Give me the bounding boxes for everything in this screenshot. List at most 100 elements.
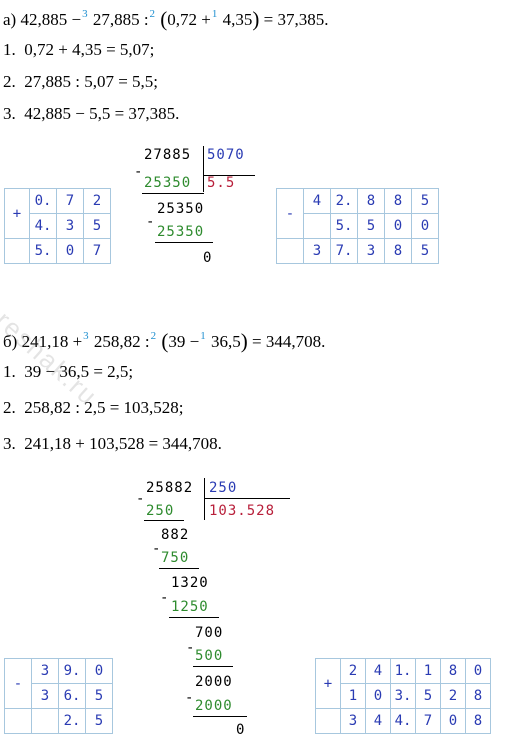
- operator: :: [144, 332, 150, 351]
- minus-sign: -: [134, 164, 144, 180]
- digit: 3: [31, 658, 59, 684]
- digit: 2.: [330, 188, 358, 214]
- order-mark: 1: [200, 330, 206, 342]
- digit: 3.: [390, 683, 416, 709]
- order-mark: 2: [149, 8, 156, 20]
- operand: 4,35: [222, 10, 253, 29]
- digit: 0: [411, 213, 439, 239]
- digit: 3: [31, 683, 59, 709]
- subtrahend: 2000: [195, 698, 233, 714]
- digit: 0: [85, 658, 113, 684]
- remainder: 882: [161, 527, 190, 543]
- problem-a-step-3: 3. 42,885 − 5,5 = 37,385.: [3, 104, 179, 124]
- problem-a-label: а): [3, 10, 17, 29]
- digit: 1.: [390, 658, 416, 684]
- digit: 1: [415, 658, 441, 684]
- digit: 2: [83, 188, 111, 214]
- remainder: 1320: [171, 575, 209, 591]
- operator: :: [143, 10, 149, 29]
- problem-b-addition-table: + 2 4 1. 1 8 0 1 0 3. 5 2 8 3 4 4. 7 0 8: [315, 658, 491, 734]
- quotient: 5.5: [207, 175, 236, 191]
- digit: 4: [365, 708, 391, 734]
- problem-b-subtraction-table: - 3 9. 0 3 6. 5 2. 5: [4, 658, 113, 734]
- operator: +: [72, 332, 83, 351]
- plus-sign: +: [315, 658, 341, 709]
- result: 37,385.: [277, 10, 329, 29]
- subtrahend: 500: [195, 648, 224, 664]
- digit: 0: [465, 658, 491, 684]
- step-text: 27,885 : 5,07 = 5,5;: [24, 72, 159, 91]
- step-text: 0,72 + 4,35 = 5,07;: [24, 40, 155, 59]
- operand: 27,885: [92, 10, 140, 29]
- order-mark: 2: [150, 330, 157, 342]
- dividend: 27885: [144, 147, 192, 163]
- final-remainder: 0: [236, 722, 246, 738]
- step-number: 2.: [3, 398, 16, 417]
- digit: 5.: [29, 238, 57, 264]
- digit: 7.: [330, 238, 358, 264]
- subtrahend: 1250: [171, 599, 209, 615]
- digit: 4.: [390, 708, 416, 734]
- digit: 3: [56, 213, 84, 239]
- problem-a-step-2: 2. 27,885 : 5,07 = 5,5;: [3, 72, 158, 92]
- final-remainder: 0: [203, 250, 213, 266]
- digit: 4: [303, 188, 331, 214]
- order-mark: 3: [82, 8, 88, 20]
- digit: 2: [340, 658, 366, 684]
- digit: 5: [85, 708, 113, 734]
- operator: −: [189, 332, 200, 351]
- paren: ): [240, 329, 248, 353]
- digit: 0: [365, 683, 391, 709]
- remainder: 25350: [157, 201, 205, 217]
- result: 344,708.: [265, 332, 326, 351]
- digit: 0: [384, 213, 412, 239]
- divisor: 250: [209, 480, 238, 496]
- dividend: 25882: [146, 480, 194, 496]
- operator: −: [71, 10, 82, 29]
- digit: 8: [465, 708, 491, 734]
- problem-b-step-3: 3. 241,18 + 103,528 = 344,708.: [3, 434, 222, 454]
- digit: 9.: [58, 658, 86, 684]
- digit: 8: [440, 658, 466, 684]
- minus-sign: -: [185, 690, 195, 706]
- minus-sign: -: [4, 658, 32, 709]
- operator: +: [201, 10, 211, 29]
- digit: 0: [56, 238, 84, 264]
- order-mark: 3: [83, 330, 89, 342]
- digit: 5: [83, 213, 111, 239]
- divisor: 5070: [207, 147, 245, 163]
- order-mark: 1: [211, 8, 218, 20]
- digit: 3: [303, 238, 331, 264]
- paren: (: [161, 329, 169, 353]
- equals: =: [251, 332, 262, 351]
- digit: 5: [357, 213, 385, 239]
- operand: 39: [168, 332, 186, 351]
- digit: 5: [411, 188, 439, 214]
- paren: (: [160, 7, 168, 31]
- digit: 5: [415, 683, 441, 709]
- digit: 2.: [58, 708, 86, 734]
- step-number: 3.: [3, 104, 16, 123]
- digit: [31, 708, 59, 734]
- operand: 0,72: [167, 10, 198, 29]
- remainder: 2000: [195, 674, 233, 690]
- digit: 5.: [330, 213, 358, 239]
- step-number: 3.: [3, 434, 16, 453]
- minus-sign: -: [136, 491, 146, 507]
- problem-a-expression: а) 42,885 −3 27,885 :2 (0,72 +1 4,35) = …: [3, 8, 328, 32]
- operand: 36,5: [210, 332, 241, 351]
- digit: 4.: [29, 213, 57, 239]
- digit: 3: [357, 238, 385, 264]
- digit: 6.: [58, 683, 86, 709]
- step-number: 2.: [3, 72, 16, 91]
- operand: 258,82: [93, 332, 141, 351]
- subtrahend: 250: [146, 503, 175, 519]
- digit: [303, 213, 331, 239]
- plus-sign: +: [4, 188, 30, 239]
- digit: 7: [56, 188, 84, 214]
- minus-sign: -: [160, 590, 170, 606]
- step-number: 1.: [3, 362, 16, 381]
- digit: 8: [357, 188, 385, 214]
- quotient: 103.528: [209, 503, 276, 519]
- equals: =: [263, 10, 274, 29]
